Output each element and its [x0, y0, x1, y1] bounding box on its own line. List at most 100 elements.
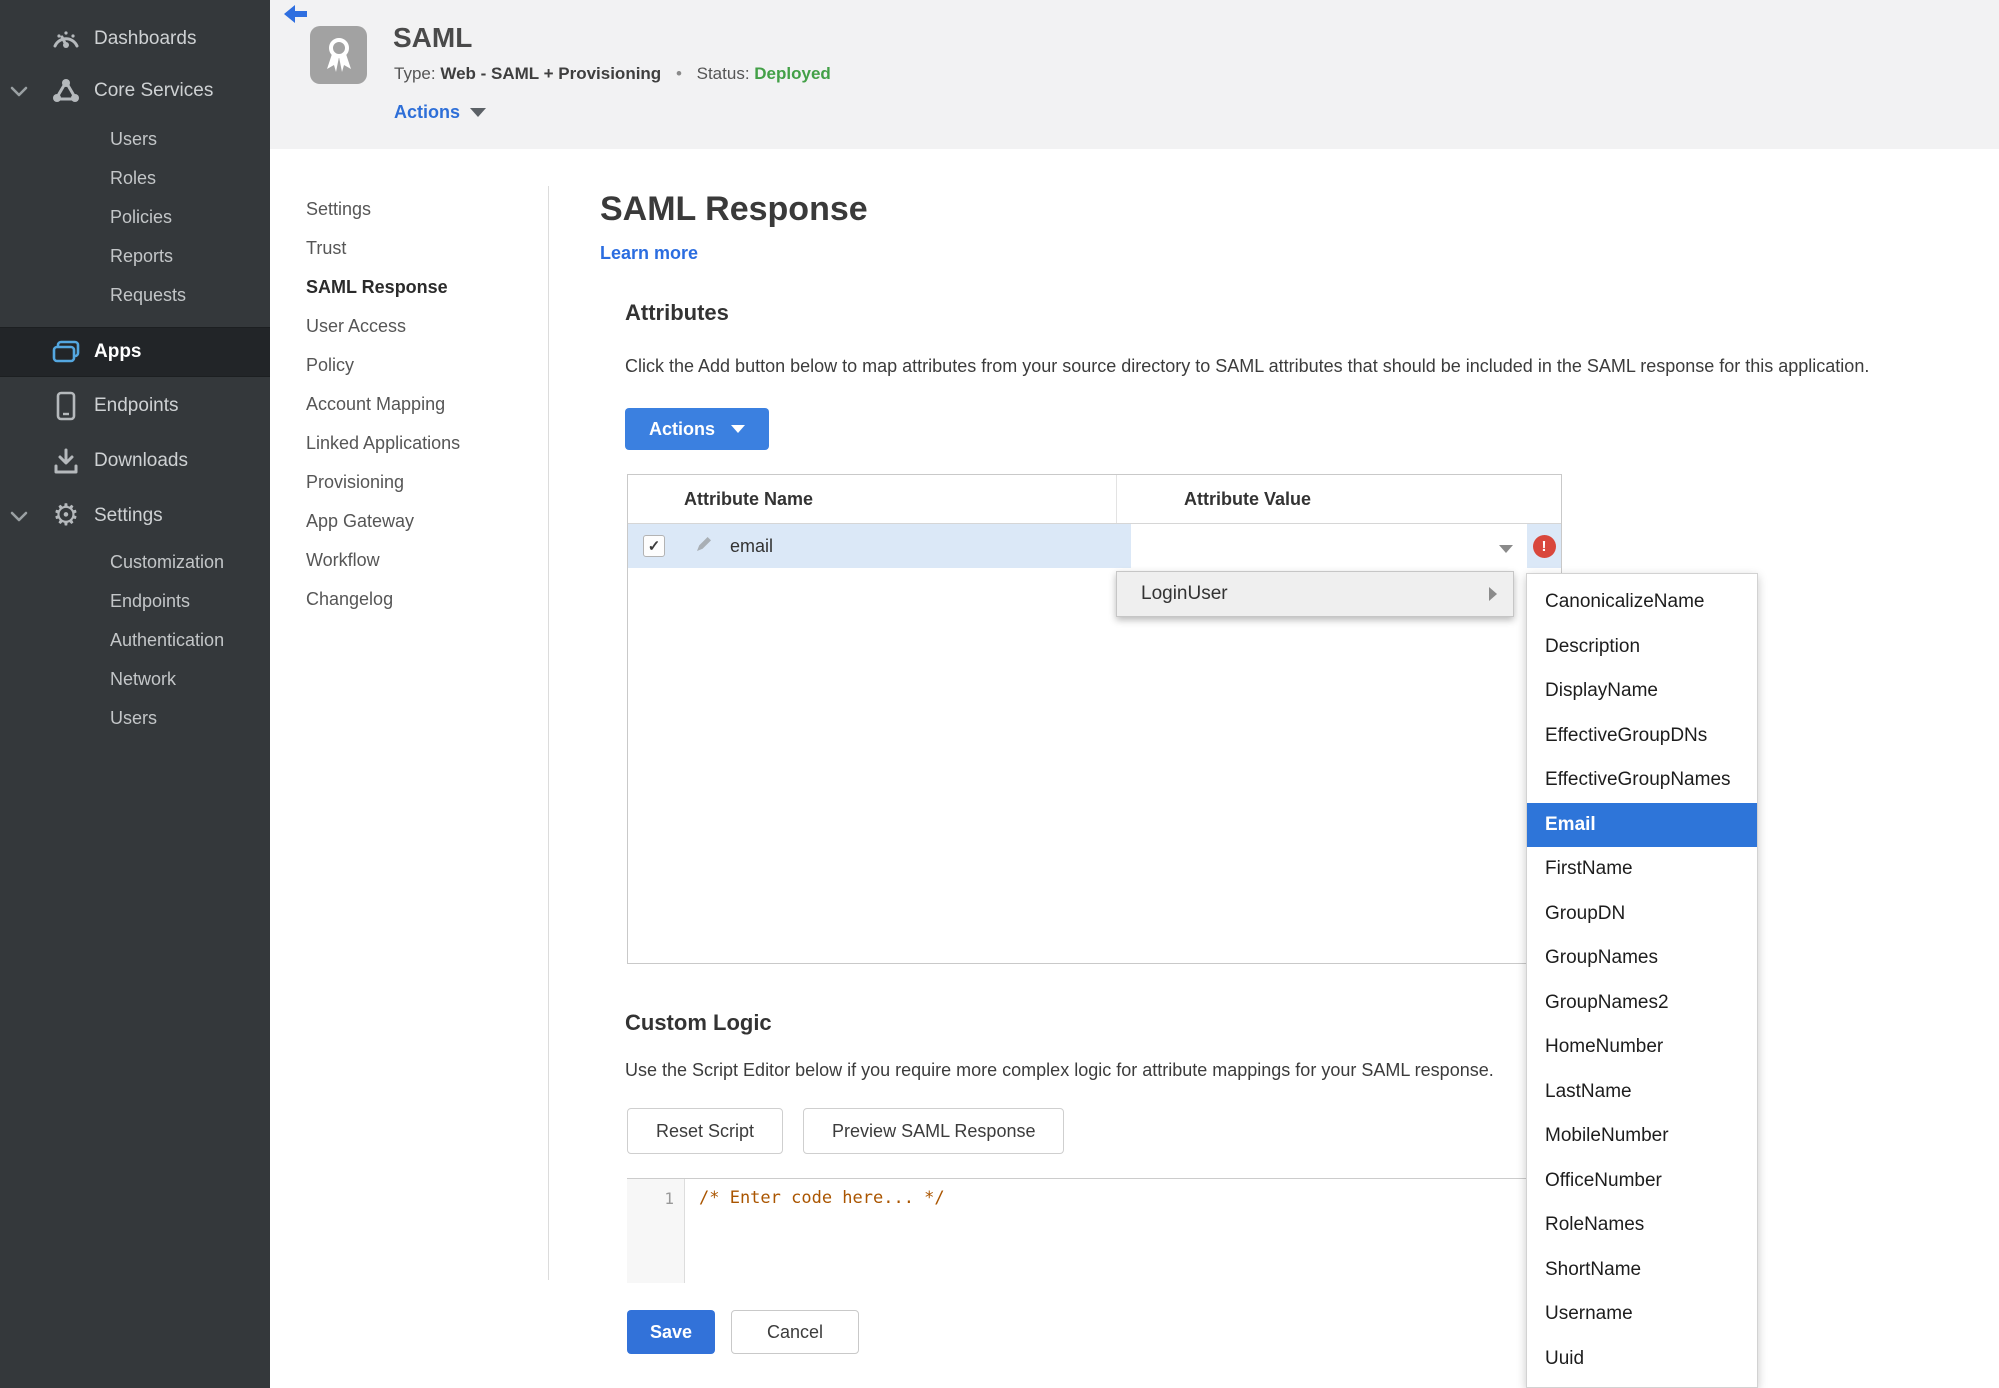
submenu-item-canonicalizename[interactable]: CanonicalizeName	[1527, 580, 1757, 625]
tab-linked-applications[interactable]: Linked Applications	[306, 424, 536, 463]
script-editor[interactable]: 1 /* Enter code here... */	[627, 1178, 1560, 1283]
preview-saml-response-button[interactable]: Preview SAML Response	[803, 1108, 1065, 1154]
sidebar-item-apps[interactable]: Apps	[0, 327, 270, 377]
tab-trust[interactable]: Trust	[306, 229, 536, 268]
submenu-item-username[interactable]: Username	[1527, 1292, 1757, 1337]
attribute-value-menu-loginuser[interactable]: LoginUser	[1116, 571, 1514, 617]
submenu-item-firstname[interactable]: FirstName	[1527, 847, 1757, 892]
sidebar-item-reports[interactable]: Reports	[0, 237, 270, 276]
loginuser-attribute-submenu: CanonicalizeName Description DisplayName…	[1526, 573, 1758, 1388]
cancel-button[interactable]: Cancel	[731, 1310, 859, 1354]
error-icon: !	[1532, 534, 1556, 558]
sidebar-item-roles[interactable]: Roles	[0, 159, 270, 198]
chevron-down-icon[interactable]	[0, 510, 38, 522]
submenu-item-groupdn[interactable]: GroupDN	[1527, 892, 1757, 937]
sidebar-item-label: Downloads	[94, 450, 188, 471]
tab-app-gateway[interactable]: App Gateway	[306, 502, 536, 541]
award-ribbon-icon	[310, 26, 367, 84]
submenu-item-lastname[interactable]: LastName	[1527, 1070, 1757, 1115]
download-icon	[38, 447, 94, 475]
sidebar-item-downloads[interactable]: Downloads	[0, 438, 270, 484]
tab-changelog[interactable]: Changelog	[306, 580, 536, 619]
sidebar-item-core-services[interactable]: Core Services	[0, 68, 270, 114]
sidebar-item-requests[interactable]: Requests	[0, 276, 270, 315]
save-button[interactable]: Save	[627, 1310, 715, 1354]
sidebar-item-dashboards[interactable]: Dashboards	[0, 16, 270, 62]
column-header-attribute-value: Attribute Value	[1184, 488, 1312, 509]
caret-down-icon	[1499, 545, 1513, 553]
submenu-item-shortname[interactable]: ShortName	[1527, 1248, 1757, 1293]
sidebar-item-users-settings[interactable]: Users	[0, 699, 270, 738]
sidebar: Dashboards Core Services Users Roles Pol…	[0, 0, 270, 1388]
header-actions-dropdown[interactable]: Actions	[394, 102, 487, 123]
custom-logic-buttons: Reset Script Preview SAML Response	[627, 1108, 1065, 1154]
table-header: Attribute Name Attribute Value	[628, 475, 1561, 524]
row-checkbox[interactable]: ✓	[643, 535, 665, 557]
custom-logic-heading: Custom Logic	[625, 1010, 772, 1035]
gauge-icon	[38, 26, 94, 52]
pencil-icon[interactable]	[694, 534, 714, 559]
tab-account-mapping[interactable]: Account Mapping	[306, 385, 536, 424]
submenu-item-effectivegroupnames[interactable]: EffectiveGroupNames	[1527, 758, 1757, 803]
sidebar-item-authentication[interactable]: Authentication	[0, 621, 270, 660]
sidebar-item-users[interactable]: Users	[0, 120, 270, 159]
submenu-item-rolenames[interactable]: RoleNames	[1527, 1203, 1757, 1248]
sidebar-item-label: Endpoints	[94, 395, 179, 416]
attribute-value-select[interactable]	[1131, 524, 1527, 573]
tab-workflow[interactable]: Workflow	[306, 541, 536, 580]
submenu-item-effectivegroupdns[interactable]: EffectiveGroupDNs	[1527, 714, 1757, 759]
sidebar-item-label: Apps	[94, 341, 142, 362]
divider	[548, 186, 549, 1280]
submenu-item-uuid[interactable]: Uuid	[1527, 1337, 1757, 1382]
row-error-cell: !	[1527, 524, 1561, 568]
tab-settings[interactable]: Settings	[306, 190, 536, 229]
learn-more-link[interactable]: Learn more	[600, 243, 698, 264]
attribute-name-cell: email	[680, 524, 1131, 568]
submenu-item-description[interactable]: Description	[1527, 625, 1757, 670]
sidebar-item-label: Core Services	[94, 80, 214, 101]
tab-policy[interactable]: Policy	[306, 346, 536, 385]
sidebar-item-endpoints-settings[interactable]: Endpoints	[0, 582, 270, 621]
reset-script-button[interactable]: Reset Script	[627, 1108, 784, 1154]
attributes-actions-button[interactable]: Actions	[625, 408, 770, 450]
caret-down-icon	[470, 108, 487, 117]
sidebar-item-label: Settings	[94, 505, 163, 526]
chevron-down-icon[interactable]	[0, 85, 38, 97]
sidebar-item-customization[interactable]: Customization	[0, 543, 270, 582]
tab-provisioning[interactable]: Provisioning	[306, 463, 536, 502]
sidebar-item-settings[interactable]: ⚙ Settings	[0, 493, 270, 539]
editor-code[interactable]: /* Enter code here... */	[685, 1179, 1560, 1283]
footer-buttons: Save Cancel	[627, 1310, 859, 1354]
sidebar-item-endpoints[interactable]: Endpoints	[0, 383, 270, 429]
caret-down-icon	[731, 425, 746, 433]
admin-portal: Dashboards Core Services Users Roles Pol…	[0, 0, 1999, 1388]
core-services-children: Users Roles Policies Reports Requests	[0, 120, 270, 315]
custom-logic-description: Use the Script Editor below if you requi…	[625, 1060, 1494, 1080]
editor-line-number: 1	[627, 1179, 685, 1283]
submenu-item-groupnames[interactable]: GroupNames	[1527, 936, 1757, 981]
submenu-item-email[interactable]: Email	[1527, 802, 1757, 847]
sidebar-item-policies[interactable]: Policies	[0, 198, 270, 237]
app-windows-icon	[38, 339, 94, 365]
sidebar-item-label: Dashboards	[94, 28, 197, 49]
submenu-item-mobilenumber[interactable]: MobileNumber	[1527, 1114, 1757, 1159]
submenu-item-officenumber[interactable]: OfficeNumber	[1527, 1159, 1757, 1204]
submenu-item-displayname[interactable]: DisplayName	[1527, 669, 1757, 714]
attribute-name-value: email	[730, 535, 774, 556]
back-arrow-icon[interactable]	[283, 4, 311, 31]
page-title: SAML Response	[600, 190, 868, 228]
nodes-icon	[38, 77, 94, 105]
submenu-item-groupnames2[interactable]: GroupNames2	[1527, 981, 1757, 1026]
sidebar-item-network[interactable]: Network	[0, 660, 270, 699]
tab-saml-response[interactable]: SAML Response	[306, 268, 536, 307]
table-row[interactable]: ✓ email !	[628, 524, 1561, 573]
actions-button-label: Actions	[649, 418, 716, 439]
submenu-item-homenumber[interactable]: HomeNumber	[1527, 1025, 1757, 1070]
header-actions-label: Actions	[394, 102, 461, 122]
tab-user-access[interactable]: User Access	[306, 307, 536, 346]
type-label: Type:	[394, 64, 436, 83]
caret-right-icon	[1489, 587, 1497, 601]
app-title: SAML	[393, 22, 473, 53]
gear-icon: ⚙	[52, 499, 80, 532]
attributes-description: Click the Add button below to map attrib…	[625, 356, 1870, 376]
